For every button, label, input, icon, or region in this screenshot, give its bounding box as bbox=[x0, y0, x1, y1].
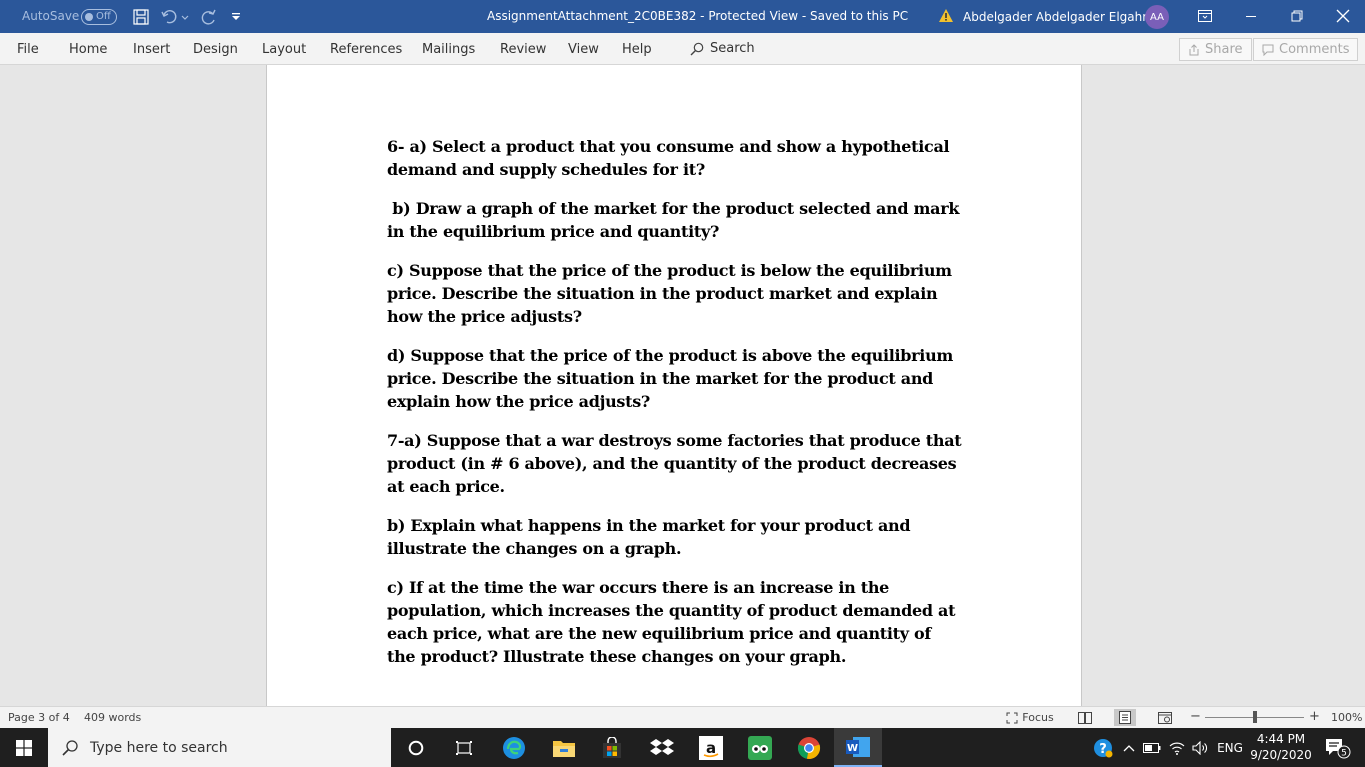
web-layout-icon[interactable] bbox=[1154, 709, 1176, 726]
question-6b[interactable]: b) Draw a graph of the market for the pr… bbox=[387, 197, 967, 243]
volume-icon[interactable] bbox=[1190, 728, 1210, 767]
restore-icon[interactable] bbox=[1287, 6, 1307, 26]
toggle-knob bbox=[85, 13, 93, 21]
customize-qat-icon[interactable] bbox=[228, 7, 244, 27]
clock-time: 4:44 PM bbox=[1256, 732, 1306, 746]
avatar[interactable]: AA bbox=[1145, 5, 1169, 29]
ribbon-tab-bar: File Home Insert Design Layout Reference… bbox=[0, 33, 1365, 65]
share-label: Share bbox=[1205, 42, 1243, 57]
page-indicator[interactable]: Page 3 of 4 bbox=[8, 711, 70, 724]
focus-label: Focus bbox=[1022, 711, 1054, 724]
search-icon bbox=[62, 739, 78, 756]
focus-button[interactable]: Focus bbox=[1004, 709, 1056, 726]
status-bar: Page 3 of 4 409 words Focus − + 100% bbox=[0, 706, 1365, 728]
zoom-slider-thumb[interactable] bbox=[1252, 711, 1257, 723]
share-button[interactable]: Share bbox=[1179, 38, 1252, 61]
microsoft-store-icon[interactable] bbox=[588, 728, 636, 767]
title-bar: AutoSave Off AssignmentAttachment_2C0BE3… bbox=[0, 0, 1365, 33]
tab-design[interactable]: Design bbox=[193, 42, 238, 57]
notification-center-icon[interactable]: 5 bbox=[1320, 728, 1356, 767]
question-6d[interactable]: d) Suppose that the price of the product… bbox=[387, 344, 967, 413]
tripadvisor-icon[interactable] bbox=[736, 728, 784, 767]
close-icon[interactable] bbox=[1333, 6, 1353, 26]
ribbon-search[interactable]: Search bbox=[690, 41, 755, 56]
warning-icon bbox=[938, 8, 954, 26]
autosave-toggle[interactable]: Off bbox=[81, 9, 117, 25]
word-count[interactable]: 409 words bbox=[84, 711, 141, 724]
undo-icon[interactable] bbox=[160, 7, 190, 27]
search-label: Search bbox=[710, 41, 755, 56]
read-mode-icon[interactable] bbox=[1074, 709, 1096, 726]
tab-help[interactable]: Help bbox=[622, 42, 652, 57]
ribbon-display-options-icon[interactable] bbox=[1195, 6, 1215, 26]
autosave-state: Off bbox=[96, 11, 111, 22]
cortana-icon[interactable] bbox=[392, 728, 440, 767]
windows-taskbar: Type here to search a W ? ENG 4:44 PM 9/… bbox=[0, 728, 1365, 767]
tab-review[interactable]: Review bbox=[500, 42, 546, 57]
tab-layout[interactable]: Layout bbox=[262, 42, 306, 57]
tab-references[interactable]: References bbox=[330, 42, 402, 57]
tab-file[interactable]: File bbox=[17, 42, 39, 57]
print-layout-icon[interactable] bbox=[1114, 709, 1136, 726]
battery-icon[interactable] bbox=[1143, 728, 1161, 767]
clock-date: 9/20/2020 bbox=[1250, 748, 1312, 762]
document-title: AssignmentAttachment_2C0BE382 - Protecte… bbox=[487, 9, 909, 23]
document-page[interactable]: 6- a) Select a product that you consume … bbox=[266, 65, 1082, 706]
document-canvas[interactable]: 6- a) Select a product that you consume … bbox=[0, 65, 1365, 706]
tab-view[interactable]: View bbox=[568, 42, 599, 57]
task-view-icon[interactable] bbox=[440, 728, 488, 767]
amazon-icon[interactable]: a bbox=[687, 728, 735, 767]
file-explorer-icon[interactable] bbox=[540, 728, 588, 767]
question-6a[interactable]: 6- a) Select a product that you consume … bbox=[387, 135, 967, 181]
focus-icon bbox=[1006, 712, 1018, 723]
comment-icon bbox=[1262, 44, 1274, 56]
chrome-icon[interactable] bbox=[785, 728, 833, 767]
help-icon[interactable]: ? bbox=[1090, 728, 1116, 767]
tab-mailings[interactable]: Mailings bbox=[422, 42, 475, 57]
question-7b[interactable]: b) Explain what happens in the market fo… bbox=[387, 514, 967, 560]
tab-insert[interactable]: Insert bbox=[133, 42, 170, 57]
question-7c[interactable]: c) If at the time the war occurs there i… bbox=[387, 576, 967, 668]
user-name[interactable]: Abdelgader Abdelgader Elgahmi bbox=[963, 10, 1157, 24]
word-app-icon[interactable]: W bbox=[834, 728, 882, 767]
zoom-in-icon[interactable]: + bbox=[1309, 709, 1320, 724]
minimize-icon[interactable] bbox=[1241, 6, 1261, 26]
zoom-level[interactable]: 100% bbox=[1331, 711, 1362, 724]
input-language[interactable]: ENG bbox=[1215, 728, 1245, 767]
dropbox-icon[interactable] bbox=[638, 728, 686, 767]
question-7a[interactable]: 7-a) Suppose that a war destroys some fa… bbox=[387, 429, 967, 498]
zoom-out-icon[interactable]: − bbox=[1190, 709, 1201, 724]
wifi-icon[interactable] bbox=[1167, 728, 1187, 767]
share-icon bbox=[1189, 43, 1199, 55]
windows-start-icon[interactable] bbox=[0, 728, 48, 767]
save-icon[interactable] bbox=[131, 7, 151, 27]
taskbar-search-placeholder: Type here to search bbox=[90, 739, 228, 756]
comments-label: Comments bbox=[1279, 42, 1350, 57]
search-icon bbox=[690, 42, 704, 55]
notification-count: 5 bbox=[1341, 748, 1347, 758]
autosave-label: AutoSave bbox=[22, 9, 80, 23]
edge-browser-icon[interactable] bbox=[490, 728, 538, 767]
redo-icon[interactable] bbox=[198, 7, 218, 27]
svg-text:W: W bbox=[847, 743, 858, 754]
document-body[interactable]: 6- a) Select a product that you consume … bbox=[387, 135, 967, 684]
tab-home[interactable]: Home bbox=[69, 42, 107, 57]
chevron-up-icon[interactable] bbox=[1120, 728, 1138, 767]
question-6c[interactable]: c) Suppose that the price of the product… bbox=[387, 259, 967, 328]
system-clock[interactable]: 4:44 PM 9/20/2020 bbox=[1248, 731, 1314, 763]
svg-text:a: a bbox=[706, 739, 716, 757]
taskbar-search-box[interactable]: Type here to search bbox=[48, 728, 391, 767]
comments-button[interactable]: Comments bbox=[1253, 38, 1359, 61]
